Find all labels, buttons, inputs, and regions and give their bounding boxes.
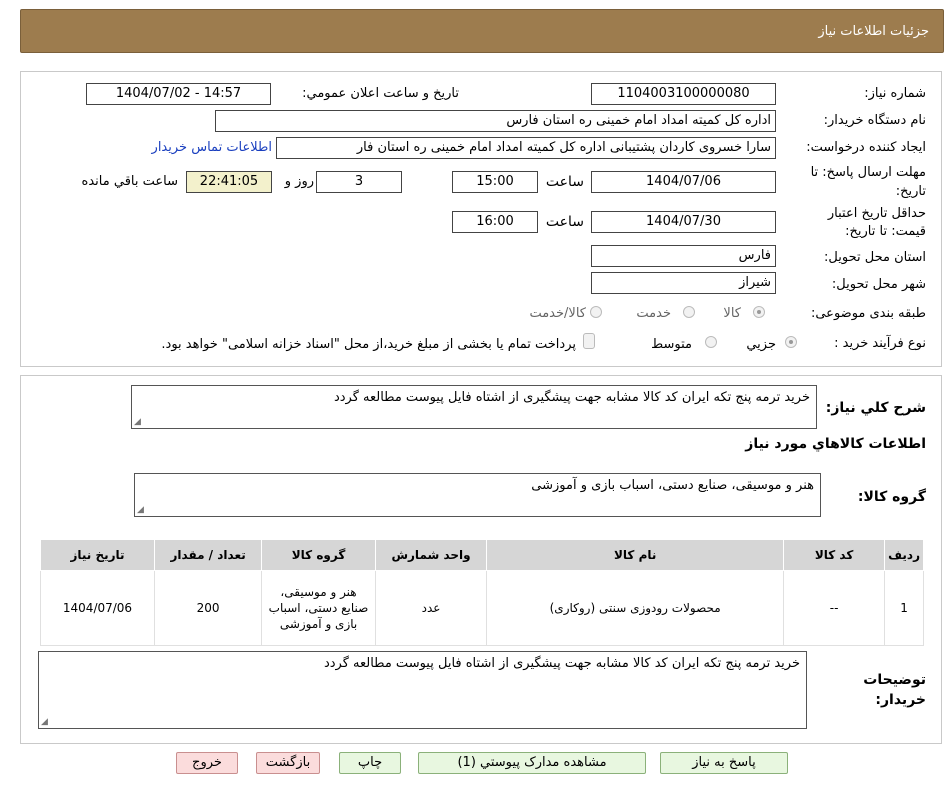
validity-label: حداقل تاریخ اعتبار xyxy=(827,206,926,221)
buyer-contact-link[interactable]: اطلاعات تماس خریدار xyxy=(152,140,272,155)
province-label: استان محل تحویل: xyxy=(824,250,926,265)
category-option-service: خدمت xyxy=(636,306,671,321)
buyer-notes-textarea[interactable]: خرید ترمه پنج تکه ایران کد کالا مشابه جه… xyxy=(38,651,807,729)
cell-need-date: 1404/07/06 xyxy=(40,570,155,646)
province-field[interactable]: فارس xyxy=(591,245,776,267)
buyer-notes-label-2: خریدار: xyxy=(875,692,926,708)
announce-label: تاریخ و ساعت اعلان عمومي: xyxy=(302,86,459,101)
cell-unit: عدد xyxy=(374,570,488,646)
summary-label: شرح کلي نیاز: xyxy=(825,400,926,416)
need-number-field[interactable]: 1104003100000080 xyxy=(591,83,776,105)
col-unit: واحد شمارش xyxy=(374,539,488,571)
validity-label-2: قیمت: تا تاریخ: xyxy=(845,224,926,239)
need-number-label: شماره نیاز: xyxy=(864,86,926,101)
table-row: 1 -- محصولات رودوزی سنتی (روکاری) عدد هن… xyxy=(40,570,924,646)
process-option-medium: متوسط xyxy=(651,337,692,352)
buyer-org-label: نام دستگاه خریدار: xyxy=(823,113,926,128)
goods-group-textarea[interactable]: هنر و موسیقی، صنایع دستی، اسباب بازی و آ… xyxy=(134,473,821,517)
process-label: نوع فرآیند خرید : xyxy=(834,336,926,351)
city-label: شهر محل تحویل: xyxy=(831,277,926,292)
deadline-date-field[interactable]: 1404/07/06 xyxy=(591,171,776,193)
cell-goods-name: محصولات رودوزی سنتی (روکاری) xyxy=(486,570,785,646)
back-button[interactable]: بازگشت xyxy=(256,752,320,774)
page-title: جزئیات اطلاعات نیاز xyxy=(818,24,929,39)
col-quantity: تعداد / مقدار xyxy=(153,539,263,571)
goods-table: ردیف کد کالا نام کالا واحد شمارش گروه کا… xyxy=(40,539,924,646)
cell-goods-group: هنر و موسیقی، صنایع دستی، اسباب بازی و آ… xyxy=(261,570,376,646)
payment-note: پرداخت تمام یا بخشی از مبلغ خرید،از محل … xyxy=(161,337,576,352)
category-radio-goods-service[interactable] xyxy=(590,306,602,318)
treasury-payment-checkbox[interactable] xyxy=(583,333,595,349)
col-need-date: تاریخ نیاز xyxy=(40,539,155,571)
requester-field[interactable]: سارا خسروی کاردان پشتیبانی اداره کل کمیت… xyxy=(276,137,776,159)
print-button[interactable]: چاپ xyxy=(339,752,401,774)
goods-table-header: ردیف کد کالا نام کالا واحد شمارش گروه کا… xyxy=(40,539,924,571)
days-remaining-field[interactable]: 3 xyxy=(316,171,402,193)
deadline-time-field[interactable]: 15:00 xyxy=(452,171,538,193)
requester-label: ایجاد کننده درخواست: xyxy=(806,140,926,155)
goods-group-text: هنر و موسیقی، صنایع دستی، اسباب بازی و آ… xyxy=(531,478,814,493)
category-label: طبقه بندی موضوعی: xyxy=(810,306,926,321)
remaining-time-field: 22:41:05 xyxy=(186,171,272,193)
city-field[interactable]: شیراز xyxy=(591,272,776,294)
remaining-label: ساعت باقي مانده xyxy=(81,174,178,189)
summary-text: خرید ترمه پنج تکه ایران کد کالا مشابه جه… xyxy=(333,390,810,405)
buyer-org-field[interactable]: اداره کل کمیته امداد امام خمینی ره استان… xyxy=(215,110,776,132)
announce-datetime-field[interactable]: 1404/07/02 - 14:57 xyxy=(86,83,271,105)
validity-date-field[interactable]: 1404/07/30 xyxy=(591,211,776,233)
cell-goods-code: -- xyxy=(783,570,886,646)
cell-row-number: 1 xyxy=(884,570,924,646)
category-option-goods-service: کالا/خدمت xyxy=(529,306,586,321)
category-radio-service[interactable] xyxy=(683,306,695,318)
deadline-label: مهلت ارسال پاسخ: تا xyxy=(810,165,926,180)
view-attachments-button[interactable]: مشاهده مدارک پیوستي (1) xyxy=(418,752,646,774)
col-goods-group: گروه کالا xyxy=(261,539,376,571)
validity-time-label: ساعت xyxy=(545,214,584,230)
cell-quantity: 200 xyxy=(153,570,263,646)
process-option-minor: جزیي xyxy=(746,337,776,352)
deadline-time-label: ساعت xyxy=(545,174,584,190)
category-radio-goods[interactable] xyxy=(753,306,765,318)
col-goods-code: کد کالا xyxy=(783,539,886,571)
deadline-label-2: تاریخ: xyxy=(895,184,926,199)
summary-textarea[interactable]: خرید ترمه پنج تکه ایران کد کالا مشابه جه… xyxy=(131,385,817,429)
resize-grip-icon[interactable]: ◢ xyxy=(134,417,141,427)
col-goods-name: نام کالا xyxy=(486,539,785,571)
buyer-notes-label: توضیحات xyxy=(863,672,926,688)
buyer-notes-text: خرید ترمه پنج تکه ایران کد کالا مشابه جه… xyxy=(323,656,800,671)
resize-grip-icon[interactable]: ◢ xyxy=(41,717,48,727)
col-row-number: ردیف xyxy=(884,539,924,571)
reply-button[interactable]: پاسخ به نیاز xyxy=(660,752,788,774)
goods-group-label: گروه کالا: xyxy=(857,489,926,505)
goods-section-title: اطلاعات کالاهاي مورد نیاز xyxy=(745,436,926,452)
days-label: روز و xyxy=(284,174,314,189)
page-header: جزئیات اطلاعات نیاز xyxy=(20,9,944,53)
process-radio-minor[interactable] xyxy=(785,336,797,348)
category-option-goods: کالا xyxy=(723,306,741,321)
process-radio-medium[interactable] xyxy=(705,336,717,348)
resize-grip-icon[interactable]: ◢ xyxy=(137,505,144,515)
validity-time-field[interactable]: 16:00 xyxy=(452,211,538,233)
exit-button[interactable]: خروج xyxy=(176,752,238,774)
